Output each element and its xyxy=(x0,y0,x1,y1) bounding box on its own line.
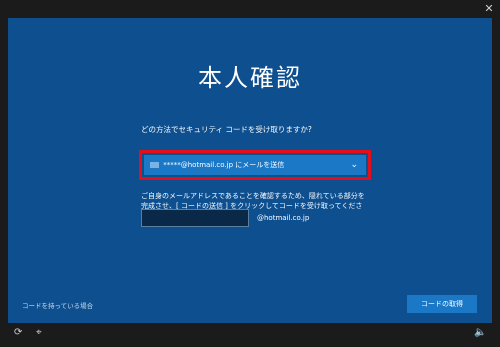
get-code-button[interactable]: コードの取得 xyxy=(407,295,477,313)
have-code-link[interactable]: コードを持っている場合 xyxy=(22,300,93,310)
microphone-icon[interactable]: ⌖ xyxy=(36,327,42,338)
email-domain-suffix: @hotmail.co.jp xyxy=(257,214,310,222)
ease-of-access-icon[interactable]: ⟳ xyxy=(14,327,22,338)
close-button[interactable]: ✕ xyxy=(478,0,500,18)
page-title: 本人確認 xyxy=(198,64,302,92)
method-label: どの方法でセキュリティ コードを受け取りますか? xyxy=(141,125,312,134)
close-icon: ✕ xyxy=(484,2,494,15)
verification-method-select[interactable]: *****@hotmail.co.jp にメールを送信 ⌄ xyxy=(139,150,371,180)
chevron-down-icon: ⌄ xyxy=(350,160,358,170)
mail-icon xyxy=(150,162,159,168)
identity-verification-panel: 本人確認 どの方法でセキュリティ コードを受け取りますか? *****@hotm… xyxy=(8,18,492,323)
volume-icon[interactable]: 🔈 xyxy=(474,327,486,338)
email-field[interactable] xyxy=(141,209,249,227)
verification-method-value: *****@hotmail.co.jp にメールを送信 xyxy=(163,161,285,169)
